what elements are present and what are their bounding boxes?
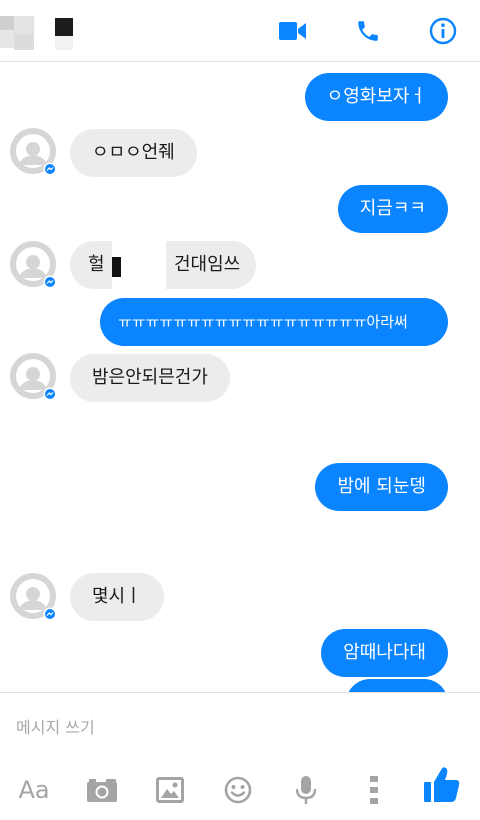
outgoing-message-partial[interactable]	[346, 679, 448, 692]
incoming-message[interactable]: 몇시ㅣ	[70, 573, 164, 621]
incoming-message[interactable]: ㅇㅁㅇ언줴	[70, 129, 197, 177]
video-call-button[interactable]	[274, 12, 312, 50]
pixel-block	[55, 18, 73, 36]
incoming-message[interactable]: 밤은안되믄건가	[70, 354, 230, 402]
info-button[interactable]	[424, 12, 462, 50]
microphone-icon	[295, 776, 317, 804]
font-size-button[interactable]: Aa	[12, 770, 56, 810]
like-button[interactable]	[420, 764, 464, 804]
avatar[interactable]	[10, 573, 57, 621]
pixel-block	[14, 16, 34, 34]
video-call-icon	[279, 22, 306, 40]
default-avatar-icon	[10, 241, 57, 289]
phone-call-icon	[358, 21, 378, 41]
message-input[interactable]	[16, 713, 456, 741]
font-size-label: Aa	[18, 776, 50, 804]
gallery-button[interactable]	[148, 770, 192, 810]
more-options-button[interactable]	[352, 770, 396, 810]
message-text: 건대임쓰	[174, 254, 241, 275]
phone-call-button[interactable]	[349, 12, 387, 50]
outgoing-message[interactable]: 밤에 되눈뎅	[315, 463, 448, 511]
pixel-block	[0, 30, 14, 48]
info-icon	[429, 17, 457, 45]
message-list[interactable]: ㅇ영화보자ㅓ ㅇㅁㅇ언줴 지금ㅋㅋ 헐 건대임쓰 ㅠㅠㅠㅠㅠㅠㅠㅠㅠㅠㅠㅠㅠㅠㅠ…	[0, 63, 480, 692]
outgoing-message[interactable]: ㅠㅠㅠㅠㅠㅠㅠㅠㅠㅠㅠㅠㅠㅠㅠㅠㅠㅠ아라써	[100, 298, 448, 346]
chat-header	[0, 0, 480, 62]
like-icon	[424, 767, 460, 802]
emoji-button[interactable]	[216, 770, 260, 810]
outgoing-message[interactable]: ㅇ영화보자ㅓ	[304, 73, 448, 121]
gallery-icon	[156, 777, 184, 803]
avatar[interactable]	[10, 241, 57, 289]
pixel-block	[0, 16, 14, 30]
camera-icon	[87, 779, 117, 802]
pixel-block	[55, 36, 73, 50]
emoji-icon	[224, 776, 252, 804]
avatar[interactable]	[10, 353, 57, 401]
pixel-block	[14, 34, 34, 50]
incoming-message[interactable]: 헐 건대임쓰	[70, 241, 256, 289]
avatar[interactable]	[10, 128, 57, 176]
voice-message-button[interactable]	[284, 770, 328, 810]
default-avatar-icon	[10, 573, 57, 621]
default-avatar-icon	[10, 128, 57, 176]
camera-button[interactable]	[80, 770, 124, 810]
outgoing-message[interactable]: 지금ㅋㅋ	[337, 185, 448, 233]
censor-mark	[112, 257, 121, 277]
composer	[0, 692, 480, 760]
more-icon	[370, 776, 378, 804]
composer-toolbar: Aa	[0, 760, 480, 820]
message-text: 헐	[88, 254, 105, 275]
contact-name-censored[interactable]	[0, 14, 80, 54]
default-avatar-icon	[10, 353, 57, 401]
outgoing-message[interactable]: 암때나다대	[321, 629, 448, 677]
